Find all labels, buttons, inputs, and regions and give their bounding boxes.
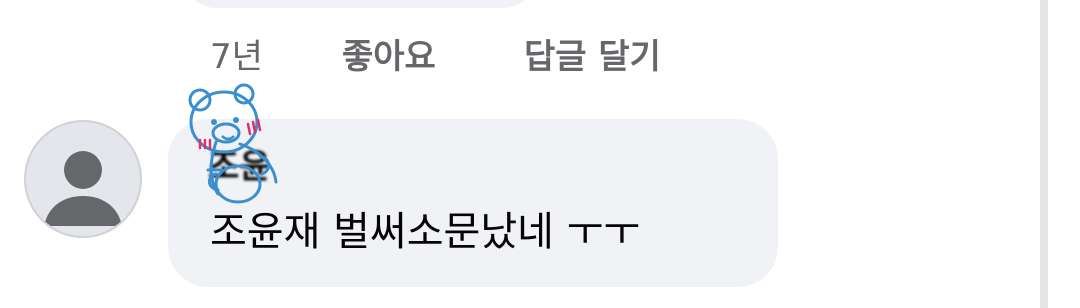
reply-button[interactable]: 답글 달기 bbox=[524, 29, 661, 78]
scrollbar[interactable] bbox=[1040, 0, 1048, 308]
default-profile-icon bbox=[44, 151, 122, 226]
previous-comment-bubble bbox=[186, 0, 534, 8]
comment-actions-row: 7년 좋아요 답글 달기 bbox=[210, 28, 661, 78]
avatar[interactable] bbox=[24, 120, 142, 238]
comment-timestamp: 7년 bbox=[210, 36, 263, 77]
like-button[interactable]: 좋아요 bbox=[342, 29, 524, 78]
bear-doodle-icon bbox=[188, 83, 278, 204]
